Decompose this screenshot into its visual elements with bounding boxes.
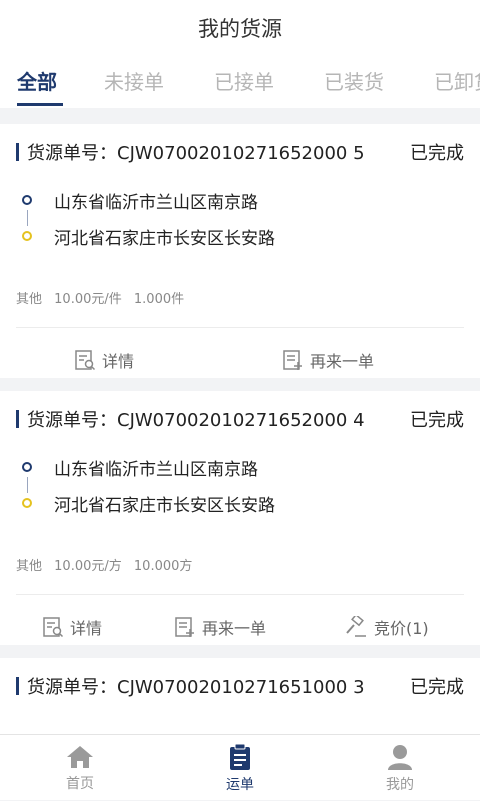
clipboard-icon xyxy=(230,743,250,770)
cargo-quantity: 10.000方 xyxy=(133,559,193,574)
reorder-label: 再来一单 xyxy=(310,352,375,371)
status-badge: 已完成 xyxy=(410,677,464,698)
nav-mine[interactable]: 我的 xyxy=(320,735,480,801)
detail-icon xyxy=(43,617,64,638)
card-header: 货源单号：CJW07002010271652000 4 已完成 xyxy=(16,405,464,433)
card-header: 货源单号：CJW07002010271652000 5 已完成 xyxy=(16,138,464,166)
reorder-icon xyxy=(283,350,302,370)
origin-dot-icon xyxy=(22,195,32,205)
cargo-type: 其他 xyxy=(16,559,43,574)
status-tabs: 全部 未接单 已接单 已装货 已卸货 xyxy=(0,56,480,108)
detail-label: 详情 xyxy=(70,619,103,638)
order-number: 货源单号：CJW07002010271651000 3 xyxy=(27,677,365,698)
card-actions: 详情 再来一单 xyxy=(0,330,480,390)
detail-button[interactable]: 详情 xyxy=(74,330,134,390)
detail-label: 详情 xyxy=(102,352,135,371)
origin: 山东省临沂市兰山区南京路 xyxy=(22,449,462,485)
divider xyxy=(16,327,464,328)
card-actions: 详情 再来一单 竞价(1) xyxy=(0,597,480,657)
cargo-quantity: 1.000件 xyxy=(133,292,185,307)
reorder-label: 再来一单 xyxy=(202,619,267,638)
nav-waybill-label: 运单 xyxy=(226,776,254,793)
nav-waybill[interactable]: 运单 xyxy=(160,735,320,801)
active-tab-indicator xyxy=(17,103,63,106)
order-number: 货源单号：CJW07002010271652000 5 xyxy=(27,143,365,164)
destination-address: 河北省石家庄市长安区长安路 xyxy=(54,495,275,516)
page-title: 我的货源 xyxy=(198,17,282,41)
reorder-icon xyxy=(175,617,194,637)
tab-accepted[interactable]: 已接单 xyxy=(214,56,274,108)
destination: 河北省石家庄市长安区长安路 xyxy=(22,485,462,521)
detail-icon xyxy=(75,350,96,371)
home-icon xyxy=(67,745,93,768)
cargo-card[interactable]: 货源单号：CJW07002010271652000 4 已完成 山东省临沂市兰山… xyxy=(0,391,480,645)
route: 山东省临沂市兰山区南京路 河北省石家庄市长安区长安路 xyxy=(22,182,462,254)
destination-address: 河北省石家庄市长安区长安路 xyxy=(54,228,275,249)
accent-bar xyxy=(16,143,19,161)
destination: 河北省石家庄市长安区长安路 xyxy=(22,218,462,254)
user-icon xyxy=(388,744,412,770)
origin-dot-icon xyxy=(22,462,32,472)
order-number: 货源单号：CJW07002010271652000 4 xyxy=(27,410,365,431)
tab-unloaded[interactable]: 已卸货 xyxy=(434,56,480,108)
detail-button[interactable]: 详情 xyxy=(42,597,102,657)
cargo-info: 其他 10.00元/方 10.000方 xyxy=(16,555,200,574)
nav-mine-label: 我的 xyxy=(386,776,414,793)
tab-not-accepted[interactable]: 未接单 xyxy=(104,56,164,108)
app-header: 我的货源 xyxy=(0,0,480,56)
status-badge: 已完成 xyxy=(410,410,464,431)
unit-price: 10.00元/件 xyxy=(54,292,122,307)
destination-dot-icon xyxy=(22,498,32,508)
cargo-type: 其他 xyxy=(16,292,43,307)
accent-bar xyxy=(16,677,19,695)
card-header: 货源单号：CJW07002010271651000 3 已完成 xyxy=(16,672,464,700)
bid-label: 竞价(1) xyxy=(374,619,429,638)
gavel-icon xyxy=(346,616,366,637)
route: 山东省临沂市兰山区南京路 河北省石家庄市长安区长安路 xyxy=(22,449,462,521)
tab-all[interactable]: 全部 xyxy=(17,56,57,108)
nav-home[interactable]: 首页 xyxy=(0,735,160,801)
status-badge: 已完成 xyxy=(410,143,464,164)
accent-bar xyxy=(16,410,19,428)
reorder-button[interactable]: 再来一单 xyxy=(174,597,266,657)
origin-address: 山东省临沂市兰山区南京路 xyxy=(54,459,258,480)
nav-home-label: 首页 xyxy=(66,775,94,792)
destination-dot-icon xyxy=(22,231,32,241)
tab-loaded[interactable]: 已装货 xyxy=(324,56,384,108)
cargo-card[interactable]: 货源单号：CJW07002010271652000 5 已完成 山东省临沂市兰山… xyxy=(0,124,480,378)
reorder-button[interactable]: 再来一单 xyxy=(282,330,374,390)
origin-address: 山东省临沂市兰山区南京路 xyxy=(54,192,258,213)
bottom-navigation: 首页 运单 我的 xyxy=(0,734,480,800)
divider xyxy=(16,594,464,595)
origin: 山东省临沂市兰山区南京路 xyxy=(22,182,462,218)
cargo-info: 其他 10.00元/件 1.000件 xyxy=(16,288,192,307)
cargo-card[interactable]: 货源单号：CJW07002010271651000 3 已完成 xyxy=(0,658,480,734)
bid-button[interactable]: 竞价(1) xyxy=(344,597,429,657)
cargo-list[interactable]: 货源单号：CJW07002010271652000 5 已完成 山东省临沂市兰山… xyxy=(0,110,480,734)
unit-price: 10.00元/方 xyxy=(54,559,122,574)
